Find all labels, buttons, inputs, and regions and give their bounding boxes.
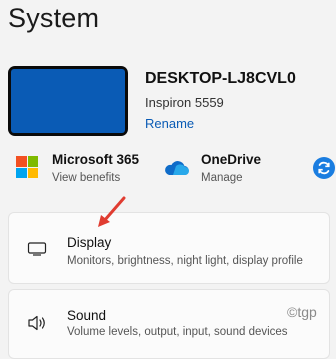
device-thumbnail <box>8 66 128 136</box>
card-description: Monitors, brightness, night light, displ… <box>67 255 303 267</box>
device-screen <box>11 69 125 133</box>
annotation-arrow-icon <box>98 196 126 227</box>
sync-icon[interactable] <box>313 157 335 179</box>
service-title: OneDrive <box>201 152 262 167</box>
monitor-icon <box>27 242 47 256</box>
display-settings-card[interactable]: Display Monitors, brightness, night ligh… <box>8 212 330 284</box>
device-name: DESKTOP-LJ8CVL0 <box>145 70 296 87</box>
refresh-arrows-icon <box>318 161 330 175</box>
speaker-icon <box>28 315 45 331</box>
card-description: Volume levels, output, input, sound devi… <box>67 326 288 338</box>
card-title: Sound <box>67 308 107 323</box>
page-title: System <box>8 3 100 33</box>
onedrive-cloud-icon <box>165 161 189 176</box>
service-subtitle: View benefits <box>52 172 121 184</box>
device-model: Inspiron 5559 <box>145 95 224 110</box>
card-title: Display <box>67 235 112 250</box>
rename-link[interactable]: Rename <box>145 116 194 131</box>
sound-settings-card[interactable]: Sound Volume levels, output, input, soun… <box>8 289 330 359</box>
microsoft-365-tile[interactable]: Microsoft 365 View benefits <box>52 152 139 184</box>
service-title: Microsoft 365 <box>52 152 140 167</box>
service-subtitle: Manage <box>201 172 243 184</box>
microsoft-logo-icon <box>16 156 38 178</box>
onedrive-tile[interactable]: OneDrive Manage <box>201 152 261 184</box>
watermark: ©tgp <box>287 304 317 320</box>
